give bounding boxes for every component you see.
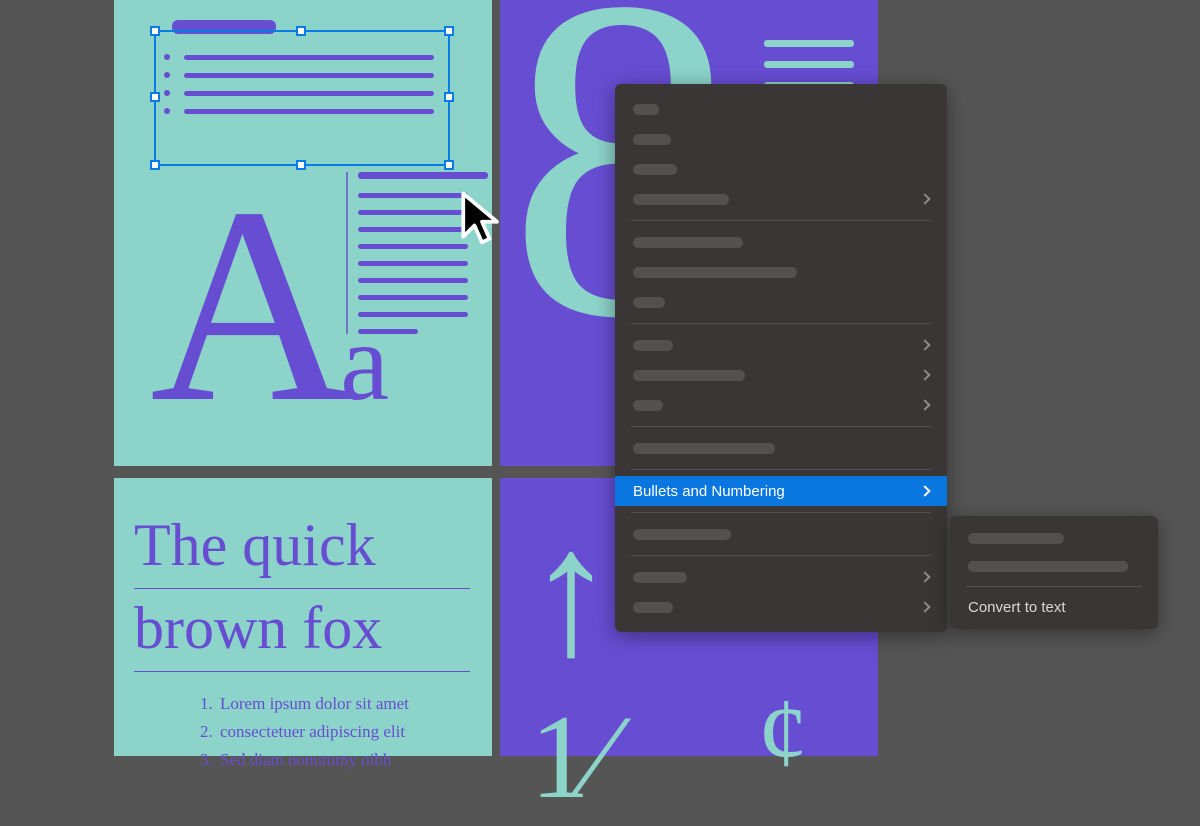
list-item: 2.consectetuer adipiscing elit [200, 722, 492, 742]
menu-separator [966, 586, 1142, 587]
menu-item[interactable] [615, 360, 947, 390]
menu-item[interactable] [615, 433, 947, 463]
list-heading-bar [172, 20, 276, 34]
chevron-right-icon [919, 369, 930, 380]
menu-separator [631, 220, 931, 221]
menu-separator [631, 512, 931, 513]
submenu-item-label: Convert to text [968, 599, 1066, 616]
bullet-icon [164, 90, 170, 96]
chevron-right-icon [919, 485, 930, 496]
context-menu[interactable]: Bullets and Numbering [615, 84, 947, 632]
submenu-item[interactable] [950, 552, 1158, 580]
menu-separator [631, 426, 931, 427]
chevron-right-icon [919, 339, 930, 350]
menu-item[interactable] [615, 519, 947, 549]
document-page-3[interactable]: The quick brown fox 1.Lorem ipsum dolor … [114, 478, 492, 756]
menu-item[interactable] [615, 94, 947, 124]
sample-headline: The quick brown fox [114, 478, 492, 672]
bullet-icon [164, 54, 170, 60]
arrow-up-icon: ↑ [526, 488, 616, 695]
menu-item-bullets-numbering[interactable]: Bullets and Numbering [615, 476, 947, 506]
menu-item[interactable] [615, 124, 947, 154]
menu-item[interactable] [615, 184, 947, 214]
chevron-right-icon [919, 601, 930, 612]
document-page-1[interactable]: Aa [114, 0, 492, 466]
glyph-fraction: 1⁄ [530, 688, 610, 826]
menu-item[interactable] [615, 227, 947, 257]
list-line [184, 73, 434, 78]
menu-separator [631, 323, 931, 324]
glyph-cent: ¢ [758, 675, 808, 790]
bullet-icon [164, 72, 170, 78]
sample-headline-line: brown fox [134, 589, 470, 672]
sample-headline-line: The quick [134, 506, 470, 589]
bulleted-list-frame[interactable] [164, 20, 434, 114]
paragraph-rule [346, 172, 348, 334]
submenu-item[interactable] [950, 524, 1158, 552]
menu-item-label: Bullets and Numbering [633, 483, 785, 500]
menu-item[interactable] [615, 154, 947, 184]
submenu-bullets-numbering[interactable]: Convert to text [950, 516, 1158, 629]
list-line [184, 109, 434, 114]
list-item: 1.Lorem ipsum dolor sit amet [200, 694, 492, 714]
chevron-right-icon [919, 571, 930, 582]
list-line [184, 91, 434, 96]
paragraph-lines [358, 172, 488, 346]
menu-item[interactable] [615, 257, 947, 287]
menu-item[interactable] [615, 562, 947, 592]
chevron-right-icon [919, 193, 930, 204]
menu-separator [631, 555, 931, 556]
bullet-icon [164, 108, 170, 114]
chevron-right-icon [919, 399, 930, 410]
list-item: 3.Sed diam nonummy nibh [200, 750, 492, 770]
menu-item[interactable] [615, 287, 947, 317]
menu-item[interactable] [615, 330, 947, 360]
submenu-item-convert-to-text[interactable]: Convert to text [950, 593, 1158, 621]
menu-item[interactable] [615, 592, 947, 622]
numbered-list: 1.Lorem ipsum dolor sit amet 2.consectet… [200, 694, 492, 770]
menu-separator [631, 469, 931, 470]
menu-item[interactable] [615, 390, 947, 420]
list-line [184, 55, 434, 60]
glyph-Aa: Aa [150, 165, 377, 445]
